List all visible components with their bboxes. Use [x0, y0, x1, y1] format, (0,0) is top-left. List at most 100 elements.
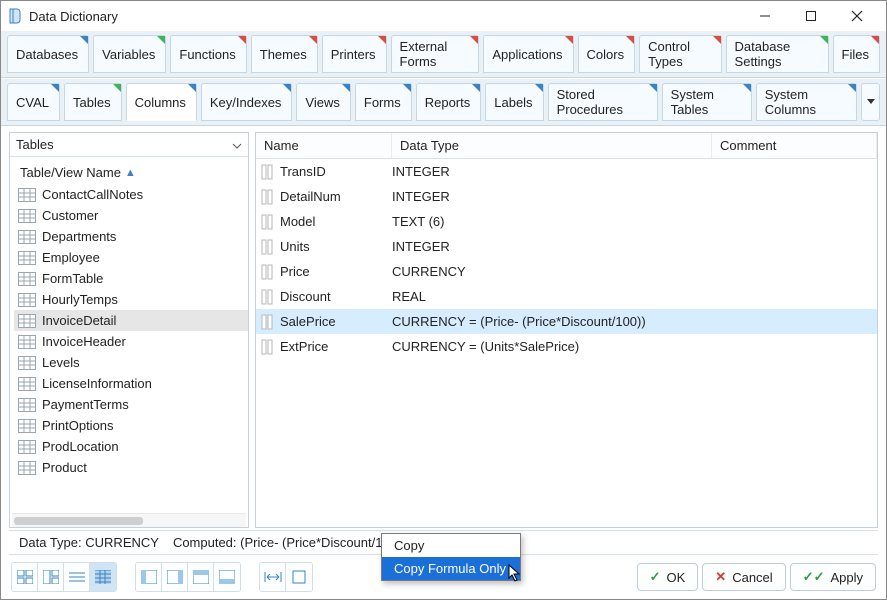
tables-tree[interactable]: Table/View Name ▲ ContactCallNotesCustom…: [10, 157, 248, 513]
tab-label: Forms: [364, 95, 401, 110]
view-btn-2[interactable]: [38, 563, 64, 591]
column-row-price[interactable]: PriceCURRENCY: [256, 259, 877, 284]
table-item-label: PaymentTerms: [42, 397, 129, 412]
table-item-prodlocation[interactable]: ProdLocation: [14, 436, 248, 457]
table-item-product[interactable]: Product: [14, 457, 248, 478]
tab-columns[interactable]: Columns: [126, 83, 197, 121]
tab-label: Tables: [73, 95, 111, 110]
table-item-label: InvoiceDetail: [42, 313, 116, 328]
tab-cval[interactable]: CVAL: [7, 83, 60, 121]
layout-btn-1[interactable]: [136, 563, 162, 591]
cell-datatype: TEXT (6): [392, 214, 712, 229]
window-close-button[interactable]: [834, 2, 880, 30]
table-item-departments[interactable]: Departments: [14, 226, 248, 247]
row-handle-icon[interactable]: [256, 239, 278, 255]
layout-btn-4[interactable]: [214, 563, 240, 591]
table-item-invoiceheader[interactable]: InvoiceHeader: [14, 331, 248, 352]
columns-grid: Name Data Type Comment TransIDINTEGERDet…: [255, 132, 878, 528]
col-header-name[interactable]: Name: [256, 133, 392, 158]
row-handle-icon[interactable]: [256, 314, 278, 330]
tab-indicator-icon: [848, 84, 856, 92]
horizontal-scrollbar[interactable]: [12, 513, 246, 527]
table-item-paymentterms[interactable]: PaymentTerms: [14, 394, 248, 415]
table-item-label: Employee: [42, 250, 100, 265]
row-handle-icon[interactable]: [256, 189, 278, 205]
column-row-model[interactable]: ModelTEXT (6): [256, 209, 877, 234]
window-maximize-button[interactable]: [788, 2, 834, 30]
table-item-employee[interactable]: Employee: [14, 247, 248, 268]
tab-forms[interactable]: Forms: [355, 83, 412, 121]
table-item-licenseinformation[interactable]: LicenseInformation: [14, 373, 248, 394]
cancel-button[interactable]: ✕Cancel: [702, 563, 785, 591]
tab-control-types[interactable]: Control Types: [639, 35, 721, 73]
column-row-discount[interactable]: DiscountREAL: [256, 284, 877, 309]
columns-header-row: Name Data Type Comment: [256, 133, 877, 159]
tab-databases[interactable]: Databases: [7, 35, 89, 73]
fit-width-button[interactable]: [260, 563, 286, 591]
tab-functions[interactable]: Functions: [170, 35, 246, 73]
tab-stored-procedures[interactable]: Stored Procedures: [548, 83, 658, 121]
tabs-overflow-button[interactable]: [861, 83, 880, 121]
tab-variables[interactable]: Variables: [93, 35, 166, 73]
col-header-comment[interactable]: Comment: [712, 133, 877, 158]
table-item-customer[interactable]: Customer: [14, 205, 248, 226]
fit-page-button[interactable]: [286, 563, 312, 591]
table-item-invoicedetail[interactable]: InvoiceDetail: [14, 310, 248, 331]
columns-rows[interactable]: TransIDINTEGERDetailNumINTEGERModelTEXT …: [256, 159, 877, 527]
row-handle-icon[interactable]: [256, 164, 278, 180]
tab-labels[interactable]: Labels: [485, 83, 543, 121]
row-handle-icon[interactable]: [256, 214, 278, 230]
tab-external-forms[interactable]: External Forms: [391, 35, 480, 73]
table-item-hourlytemps[interactable]: HourlyTemps: [14, 289, 248, 310]
table-item-levels[interactable]: Levels: [14, 352, 248, 373]
apply-label: Apply: [830, 570, 863, 585]
tab-reports[interactable]: Reports: [416, 83, 482, 121]
window-minimize-button[interactable]: [742, 2, 788, 30]
tab-label: Stored Procedures: [557, 87, 647, 117]
context-copy[interactable]: Copy: [382, 534, 520, 557]
toolbar-row-2: CVAL Tables ColumnsKey/IndexesViews Forms Re…: [1, 78, 886, 126]
tab-label: External Forms: [400, 39, 469, 69]
col-header-datatype[interactable]: Data Type: [392, 133, 712, 158]
layout-btn-2[interactable]: [162, 563, 188, 591]
column-row-detailnum[interactable]: DetailNumINTEGER: [256, 184, 877, 209]
column-row-transid[interactable]: TransIDINTEGER: [256, 159, 877, 184]
tree-column-header[interactable]: Table/View Name ▲: [14, 161, 248, 184]
view-btn-4[interactable]: [90, 563, 116, 591]
tab-indicator-icon: [713, 36, 721, 44]
tab-views[interactable]: Views: [296, 83, 350, 121]
tab-files[interactable]: Files: [833, 35, 880, 73]
column-row-extprice[interactable]: ExtPriceCURRENCY = (Units*SalePrice): [256, 334, 877, 359]
table-icon: [18, 188, 36, 202]
view-btn-3[interactable]: [64, 563, 90, 591]
tab-tables[interactable]: Tables: [64, 83, 122, 121]
row-handle-icon[interactable]: [256, 264, 278, 280]
column-row-saleprice[interactable]: SalePriceCURRENCY = (Price- (Price*Disco…: [256, 309, 877, 334]
apply-button[interactable]: ✓✓Apply: [790, 563, 876, 591]
view-btn-1[interactable]: [12, 563, 38, 591]
row-handle-icon[interactable]: [256, 339, 278, 355]
column-row-units[interactable]: UnitsINTEGER: [256, 234, 877, 259]
tab-label: System Columns: [765, 87, 847, 117]
layout-btn-3[interactable]: [188, 563, 214, 591]
tab-themes[interactable]: Themes: [251, 35, 318, 73]
tab-indicator-icon: [472, 84, 480, 92]
context-menu[interactable]: Copy Copy Formula Only: [381, 533, 521, 581]
tab-system-tables[interactable]: System Tables: [662, 83, 752, 121]
tab-applications[interactable]: Applications: [483, 35, 573, 73]
tab-colors[interactable]: Colors: [578, 35, 636, 73]
context-copy-formula-only[interactable]: Copy Formula Only: [382, 557, 520, 580]
tab-printers[interactable]: Printers: [322, 35, 387, 73]
tables-panel-header[interactable]: Tables: [10, 133, 248, 157]
tab-database-settings[interactable]: Database Settings: [726, 35, 829, 73]
table-item-formtable[interactable]: FormTable: [14, 268, 248, 289]
x-icon: ✕: [715, 569, 726, 585]
tab-indicator-icon: [80, 36, 88, 44]
tab-system-columns[interactable]: System Columns: [756, 83, 858, 121]
ok-button[interactable]: ✓OK: [637, 563, 699, 591]
status-computed-label: Computed:: [173, 535, 237, 550]
row-handle-icon[interactable]: [256, 289, 278, 305]
tab-key-indexes[interactable]: Key/Indexes: [201, 83, 293, 121]
table-item-contactcallnotes[interactable]: ContactCallNotes: [14, 184, 248, 205]
table-item-printoptions[interactable]: PrintOptions: [14, 415, 248, 436]
